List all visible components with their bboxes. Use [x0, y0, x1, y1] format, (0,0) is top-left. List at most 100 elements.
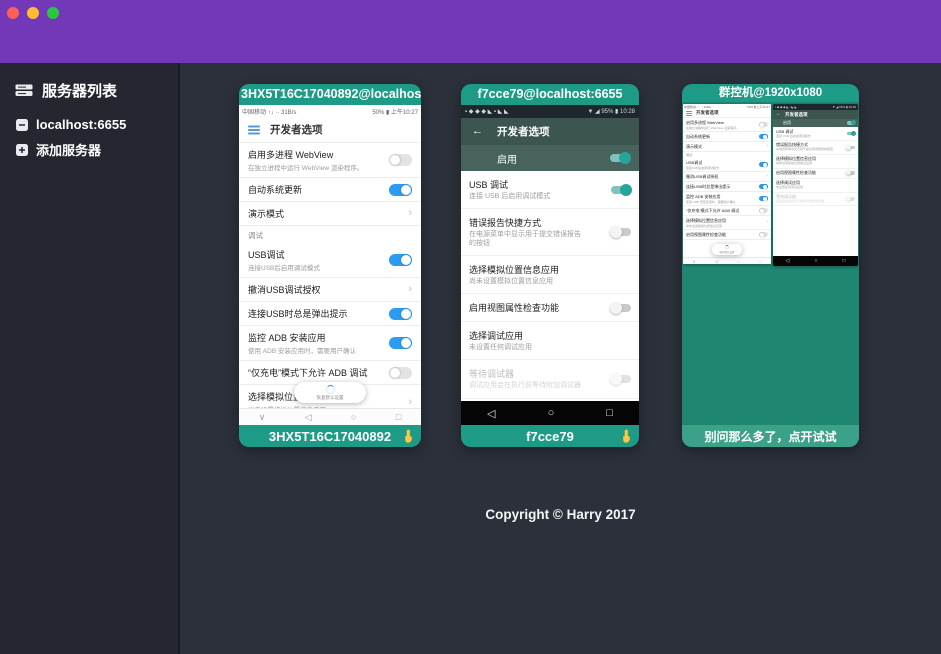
row-toggle[interactable] [759, 134, 768, 139]
settings-row[interactable]: 等待调试器 调试应用会在执行前等待附加调试器 [773, 193, 858, 207]
settings-row[interactable]: 演示模式 › [683, 142, 771, 152]
nav-icon[interactable]: ◁ [305, 412, 312, 423]
nav-icon[interactable]: □ [396, 412, 401, 422]
row-toggle[interactable]: › [766, 220, 768, 225]
row-toggle[interactable] [389, 184, 412, 196]
nav-icon[interactable]: □ [759, 259, 761, 264]
close-button[interactable] [7, 7, 19, 19]
zoom-button[interactable] [47, 7, 59, 19]
phone3-footer[interactable]: 别问那么多了，点开试试 [682, 425, 859, 447]
phone1-status-bar: 中国移动 ↑↓ ·· 31B/s 50% ▮ 上午10:27 [239, 105, 421, 117]
settings-row[interactable]: 启用视图属性检查功能 [683, 230, 771, 240]
settings-row[interactable]: 错误报告快捷方式 在电源菜单中显示用于提交错误报告的按钮 [461, 209, 639, 256]
nav-icon[interactable]: □ [842, 258, 845, 264]
settings-row[interactable]: 连接USB时总是弹出提示 [239, 302, 421, 326]
row-toggle[interactable] [611, 228, 631, 236]
row-toggle[interactable] [847, 146, 855, 150]
row-toggle[interactable] [759, 122, 768, 127]
row-toggle[interactable] [847, 171, 855, 175]
phone2-footer[interactable]: f7cce79 [461, 425, 639, 447]
nav-icon[interactable]: ◁ [715, 259, 718, 264]
phone1-footer[interactable]: 3HX5T16C17040892 [239, 425, 421, 447]
settings-row[interactable]: 启用视图属性检查功能 [773, 169, 858, 179]
settings-row[interactable]: 自动系统更新 [683, 132, 771, 142]
row-text: 启用视图属性检查功能 [469, 301, 559, 314]
settings-row[interactable]: 监控 ADB 安装应用 使用 ADB 安装应用时，需要用户确认 [683, 192, 771, 206]
row-title: 演示模式 [686, 144, 702, 150]
settings-row[interactable]: 演示模式 › [239, 202, 421, 226]
row-toggle[interactable] [759, 196, 768, 201]
nav-icon[interactable]: □ [606, 407, 613, 419]
row-toggle[interactable] [611, 186, 631, 194]
nav-icon[interactable]: ○ [737, 259, 739, 264]
row-text: USB 调试 连接 USB 后启用调试模式 [776, 129, 811, 139]
mini2-settings-list: USB 调试 连接 USB 后启用调试模式 错误报告快捷方式 在电源菜单中显示用… [773, 127, 858, 256]
settings-row[interactable]: 错误报告快捷方式 在电源菜单中显示用于提交错误报告的按钮 [773, 141, 858, 155]
settings-row[interactable]: 连接USB时总是弹出提示 [683, 182, 771, 192]
nav-icon[interactable]: ∨ [259, 412, 266, 423]
row-toggle[interactable] [847, 197, 855, 201]
row-text: USB调试 连接USB后启用调试模式 [686, 160, 719, 170]
row-toggle[interactable] [759, 232, 768, 237]
phone3-title[interactable]: 群控机@1920x1080 [682, 84, 859, 102]
settings-row[interactable]: 选择模拟位置信息应用 尚未设置模拟位置信息应用 [461, 256, 639, 294]
settings-row[interactable]: USB 调试 连接 USB 后启用调试模式 [461, 171, 639, 209]
sidebar-item-server[interactable]: localhost:6655 [0, 113, 178, 136]
nav-icon[interactable]: ○ [351, 412, 356, 422]
settings-row[interactable]: 选择模拟位置信息应用 尚未设置模拟位置信息应用 › [683, 216, 771, 230]
row-toggle[interactable] [389, 367, 412, 379]
settings-row[interactable]: USB调试 连接USB后启用调试模式 [239, 243, 421, 278]
enable-row[interactable]: 启用 [461, 145, 639, 171]
phone2-title[interactable]: f7cce79@localhost:6655 [461, 84, 639, 105]
row-toggle[interactable]: › [408, 397, 412, 408]
row-toggle[interactable] [389, 337, 412, 349]
back-icon[interactable]: ← [472, 126, 483, 137]
row-toggle[interactable]: › [766, 144, 768, 149]
settings-row[interactable]: 等待调试器 调试应用会在执行前等待附加调试器 [461, 360, 639, 398]
phone1-title[interactable]: 3HX5T16C17040892@localhost:6655 [239, 84, 421, 105]
settings-row[interactable]: 监控 ADB 安装应用 使用 ADB 安装应用时，需要用户确认 [239, 326, 421, 361]
row-title: “仅充电”模式下允许 ADB 调试 [686, 208, 739, 214]
row-toggle[interactable] [847, 132, 855, 136]
add-server-label: 添加服务器 [36, 140, 101, 159]
row-text: 选择调试应用 未设置任何调试应用 [776, 180, 803, 190]
row-toggle[interactable] [759, 184, 768, 189]
settings-row[interactable]: USB 调试 连接 USB 后启用调试模式 [773, 127, 858, 141]
settings-row[interactable]: 启用视图属性检查功能 [461, 294, 639, 322]
nav-icon[interactable]: ∨ [693, 259, 696, 264]
enable-toggle[interactable] [610, 154, 630, 162]
settings-row[interactable]: 撤消USB调试授权 › [239, 278, 421, 302]
row-toggle[interactable] [389, 308, 412, 320]
nav-icon[interactable]: ◁ [786, 258, 790, 264]
sidebar-item-add-server[interactable]: 添加服务器 [0, 136, 178, 163]
mini-screen-device2[interactable]: ▪ ◆ ◆ ◆ ◣ ▪ ◣ ◣ ▼ ◢ 95% ▮ 10:28 ← 开发者选项 … [773, 104, 858, 266]
mini-screen-device1[interactable]: 中国移动 ↑↓ ·· 31B/s 50% ▮ 上午10:27 开发者选项 启用多… [683, 104, 771, 264]
settings-row[interactable]: 启用多进程 WebView 在独立进程中运行 WebView 渲染程序。 [239, 143, 421, 178]
row-toggle[interactable]: › [766, 174, 768, 179]
row-toggle[interactable] [389, 154, 412, 166]
row-toggle[interactable] [759, 208, 768, 213]
settings-row[interactable]: 选择调试应用 未设置任何调试应用 [461, 322, 639, 360]
row-title: 自动系统更新 [248, 183, 302, 196]
window-titlebar[interactable] [0, 0, 941, 63]
settings-row[interactable]: 撤消USB调试授权 › [683, 172, 771, 182]
nav-icon[interactable]: ◁ [487, 407, 495, 420]
row-title: “仅充电”模式下允许 ADB 调试 [248, 366, 368, 379]
mini1-appbar: 开发者选项 [683, 109, 771, 118]
menu-icon[interactable] [248, 125, 260, 127]
settings-row[interactable]: 启用多进程 WebView 在独立进程中运行 WebView 渲染程序。 [683, 118, 771, 132]
nav-icon[interactable]: ○ [548, 407, 555, 419]
row-toggle[interactable]: › [408, 284, 412, 295]
minimize-button[interactable] [27, 7, 39, 19]
settings-row[interactable]: 自动系统更新 [239, 178, 421, 202]
row-toggle[interactable] [611, 304, 631, 312]
row-toggle[interactable]: › [408, 208, 412, 219]
row-toggle[interactable] [611, 375, 631, 383]
row-toggle[interactable] [759, 162, 768, 167]
settings-row[interactable]: 选择模拟位置信息应用 尚未设置模拟位置信息应用 [773, 155, 858, 169]
settings-row[interactable]: “仅充电”模式下允许 ADB 调试 [683, 206, 771, 216]
row-toggle[interactable] [389, 254, 412, 266]
settings-row[interactable]: 选择调试应用 未设置任何调试应用 [773, 179, 858, 193]
settings-row[interactable]: USB调试 连接USB后启用调试模式 [683, 158, 771, 172]
nav-icon[interactable]: ○ [814, 258, 817, 264]
